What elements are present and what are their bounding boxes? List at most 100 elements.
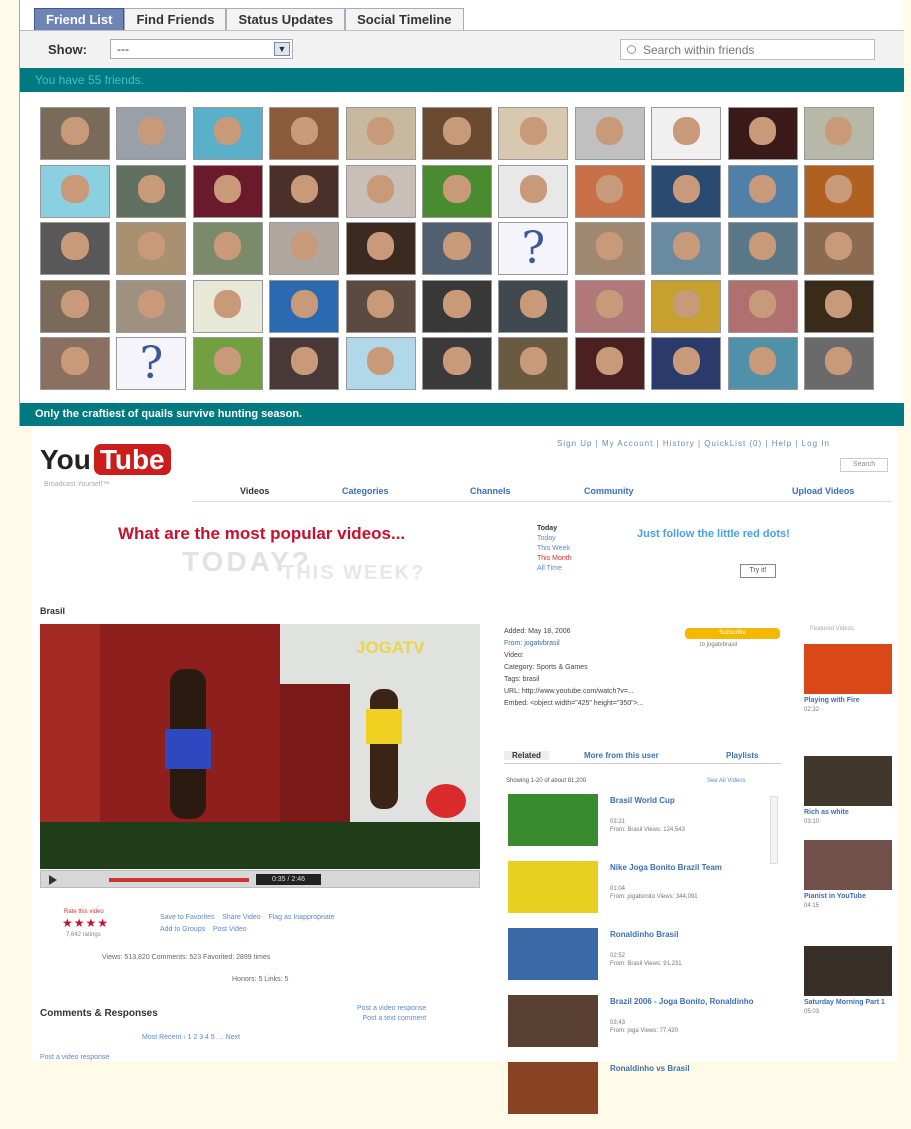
tab-social-timeline[interactable]: Social Timeline	[345, 8, 464, 30]
promo-option[interactable]: All Time	[537, 564, 572, 574]
featured-title[interactable]: Saturday Morning Part 1	[804, 999, 892, 1007]
related-video[interactable]: Brazil 2006 - Joga Bonito, Ronaldinho 03:…	[508, 995, 783, 1057]
friend-photo[interactable]	[421, 164, 492, 218]
related-title[interactable]: Ronaldinho Brasil	[610, 930, 760, 940]
nav-channels[interactable]: Channels	[470, 486, 511, 496]
post-video-response-link[interactable]: Post a video response	[357, 1004, 426, 1014]
related-thumbnail[interactable]	[508, 928, 598, 980]
friend-photo[interactable]	[116, 107, 187, 160]
nav-videos[interactable]: Videos	[240, 486, 269, 496]
related-video[interactable]: Brasil World Cup 03:21 From: Brasil Views:…	[508, 794, 783, 856]
friend-photo[interactable]	[803, 164, 874, 218]
friend-photo[interactable]	[421, 337, 492, 390]
promo-try-button[interactable]: Try it!	[740, 564, 776, 578]
related-title[interactable]: Ronaldinho vs Brasil	[610, 1064, 760, 1074]
post-text-comment-link[interactable]: Post a text comment	[357, 1014, 426, 1024]
friend-photo[interactable]	[651, 222, 722, 275]
friend-photo[interactable]	[192, 107, 263, 160]
nav-upload-videos[interactable]: Upload Videos	[792, 486, 854, 496]
friend-photo[interactable]	[345, 337, 416, 390]
featured-thumbnail[interactable]	[804, 644, 892, 694]
share-video-link[interactable]: Share Video	[222, 914, 260, 921]
friend-photo[interactable]	[269, 279, 340, 333]
related-title[interactable]: Brasil World Cup	[610, 796, 760, 806]
friend-photo[interactable]	[727, 164, 798, 218]
see-all-link[interactable]: See All Videos	[707, 778, 746, 784]
friend-photo[interactable]	[498, 107, 569, 160]
friend-photo[interactable]	[192, 222, 263, 275]
friend-photo[interactable]	[727, 279, 798, 333]
chevron-down-icon[interactable]: ▼	[274, 42, 290, 56]
friend-photo[interactable]: ?	[498, 222, 569, 275]
featured-video[interactable]: Saturday Morning Part 1 05:03	[804, 946, 892, 1015]
progress-bar[interactable]	[109, 878, 249, 882]
related-title[interactable]: Brazil 2006 - Joga Bonito, Ronaldinho	[610, 997, 760, 1007]
featured-thumbnail[interactable]	[804, 946, 892, 996]
flag-link[interactable]: Flag as Inappropriate	[268, 914, 334, 921]
info-embed[interactable]: Embed: <object width="425" height="350">…	[504, 698, 774, 710]
play-icon[interactable]	[49, 875, 57, 885]
post-video-link[interactable]: Post Video	[213, 926, 247, 933]
featured-title[interactable]: Pianist in YouTube	[804, 893, 892, 901]
friend-photo[interactable]: ?	[116, 337, 187, 390]
rating-stars[interactable]: ★★★★	[62, 916, 109, 930]
friend-photo[interactable]	[345, 107, 416, 160]
friend-photo[interactable]	[269, 164, 340, 218]
friend-search-input[interactable]: Search within friends	[620, 39, 875, 60]
tab-more-from-user[interactable]: More from this user	[584, 751, 659, 760]
nav-categories[interactable]: Categories	[342, 486, 389, 496]
account-links[interactable]: Sign Up | My Account | History | QuickLi…	[557, 439, 830, 448]
tab-friend-list[interactable]: Friend List	[34, 8, 125, 30]
promo-option[interactable]: This Month	[537, 554, 572, 564]
friend-photo[interactable]	[421, 222, 492, 275]
tab-find-friends[interactable]: Find Friends	[124, 8, 227, 30]
friend-photo[interactable]	[116, 164, 187, 218]
friend-photo[interactable]	[40, 164, 110, 218]
featured-thumbnail[interactable]	[804, 840, 892, 890]
related-thumbnail[interactable]	[508, 1062, 598, 1114]
friend-photo[interactable]	[345, 222, 416, 275]
friend-photo[interactable]	[192, 279, 263, 333]
friend-photo[interactable]	[727, 337, 798, 390]
related-thumbnail[interactable]	[508, 794, 598, 846]
tab-related[interactable]: Related	[504, 751, 549, 760]
friend-photo[interactable]	[803, 222, 874, 275]
related-video[interactable]: Ronaldinho vs Brasil	[508, 1062, 783, 1124]
friend-photo[interactable]	[421, 279, 492, 333]
search-button[interactable]: Search	[840, 458, 888, 472]
friend-photo[interactable]	[269, 222, 340, 275]
featured-video[interactable]: Pianist in YouTube 04:15	[804, 840, 892, 909]
friend-photo[interactable]	[651, 279, 722, 333]
friend-photo[interactable]	[269, 107, 340, 160]
friend-photo[interactable]	[651, 107, 722, 160]
friend-photo[interactable]	[574, 222, 645, 275]
nav-community[interactable]: Community	[584, 486, 634, 496]
video-player[interactable]: JOGATV	[40, 624, 480, 869]
subscribe-button[interactable]: Subscribe	[685, 628, 780, 639]
youtube-logo[interactable]: You Tube	[40, 444, 171, 476]
tab-status-updates[interactable]: Status Updates	[226, 8, 346, 30]
tab-playlists[interactable]: Playlists	[726, 751, 758, 760]
friend-photo[interactable]	[803, 337, 874, 390]
add-groups-link[interactable]: Add to Groups	[160, 926, 205, 933]
friend-photo[interactable]	[421, 107, 492, 160]
friend-photo[interactable]	[574, 279, 645, 333]
promo-option[interactable]: This Week	[537, 544, 572, 554]
friend-photo[interactable]	[574, 337, 645, 390]
related-video[interactable]: Ronaldinho Brasil 02:52 From: Brasil Views…	[508, 928, 783, 990]
friend-photo[interactable]	[116, 279, 187, 333]
friend-photo[interactable]	[498, 337, 569, 390]
comments-pager[interactable]: Most Recent ‹ 1 2 3 4 5 … Next	[142, 1034, 240, 1041]
friend-photo[interactable]	[269, 337, 340, 390]
friend-photo[interactable]	[803, 107, 874, 160]
friend-photo[interactable]	[574, 164, 645, 218]
featured-video[interactable]: Playing with Fire 02:32	[804, 644, 892, 713]
friend-photo[interactable]	[40, 107, 110, 160]
friend-photo[interactable]	[345, 279, 416, 333]
related-thumbnail[interactable]	[508, 995, 598, 1047]
related-scrollbar[interactable]	[770, 796, 778, 864]
friend-photo[interactable]	[498, 164, 569, 218]
friend-photo[interactable]	[40, 222, 110, 275]
friend-photo[interactable]	[40, 337, 110, 390]
friend-photo[interactable]	[116, 222, 187, 275]
